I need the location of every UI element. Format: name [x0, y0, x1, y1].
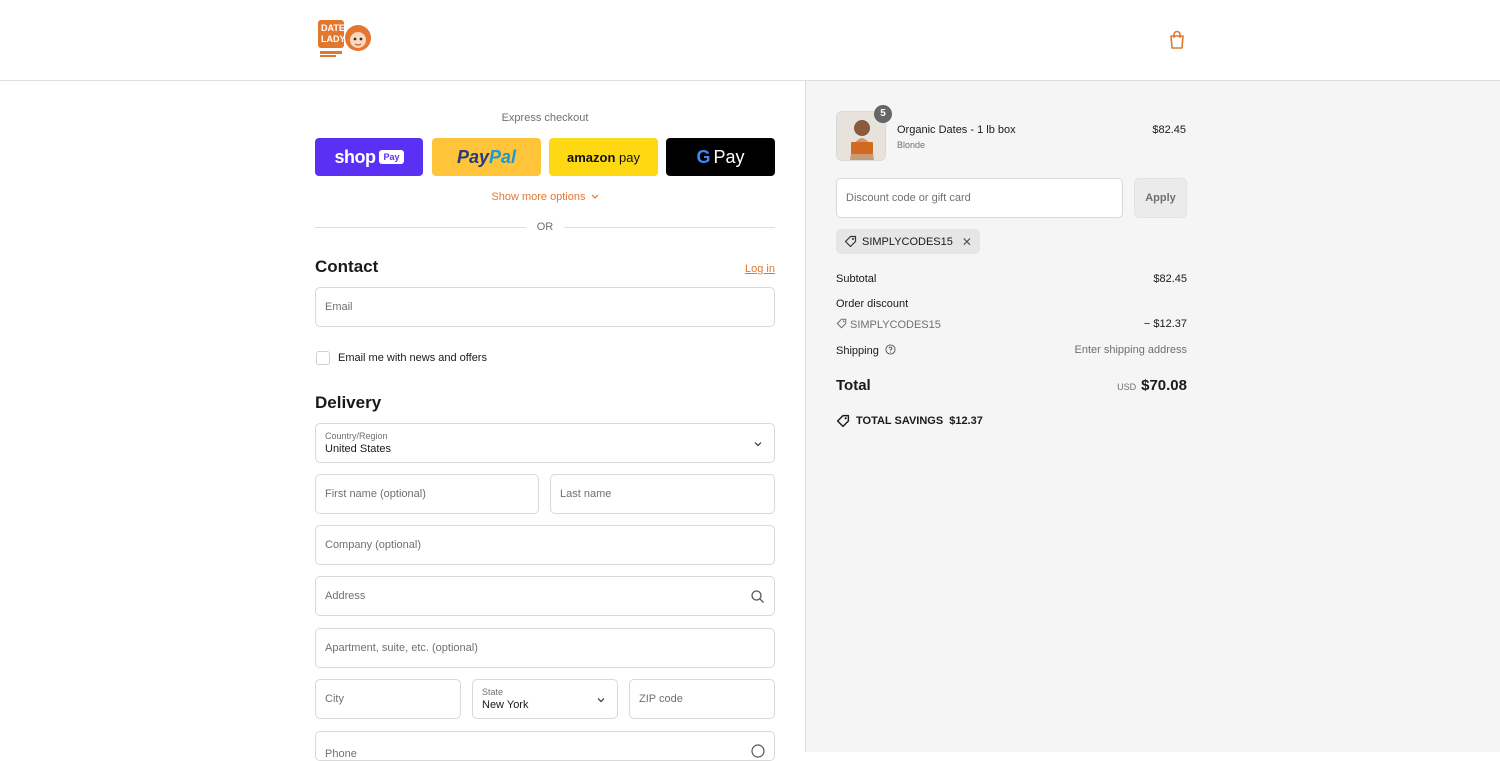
currency-code: USD: [1117, 382, 1137, 392]
savings-value: $12.37: [949, 415, 983, 427]
product-price: $82.45: [1152, 124, 1186, 136]
discount-placeholder: Discount code or gift card: [846, 192, 971, 204]
show-more-options-label: Show more options: [491, 191, 586, 203]
applied-code-text: SIMPLYCODES15: [862, 235, 953, 248]
first-name-placeholder: First name (optional): [325, 488, 426, 500]
product-variant: Blonde: [897, 140, 926, 150]
paypal-button[interactable]: Pay Pal: [432, 138, 541, 176]
google-g-icon: G: [696, 146, 711, 167]
total-label: Total: [836, 377, 871, 394]
google-pay-button[interactable]: G Pay: [666, 138, 775, 176]
zip-placeholder: ZIP code: [639, 693, 683, 705]
amazon-pay-label-pay: pay: [615, 149, 640, 165]
state-value: New York: [482, 699, 529, 711]
subtotal-label: Subtotal: [836, 273, 877, 285]
subtotal-value: $82.45: [1153, 273, 1187, 285]
order-discount-row: Order discount: [836, 298, 1187, 310]
discount-value: − $12.37: [1143, 318, 1187, 330]
contact-title: Contact: [315, 257, 379, 276]
tag-icon: [844, 235, 857, 248]
express-checkout-title: Express checkout: [501, 112, 589, 124]
address-placeholder: Address: [325, 590, 366, 602]
help-circle-icon[interactable]: [885, 344, 896, 355]
show-more-options-link[interactable]: Show more options: [315, 191, 775, 203]
shop-pay-button[interactable]: shop Pay: [315, 138, 423, 176]
svg-text:LADY: LADY: [321, 34, 346, 44]
order-discount-label: Order discount: [836, 298, 909, 310]
amazon-pay-button[interactable]: amazon pay: [549, 138, 658, 176]
city-input[interactable]: City: [315, 679, 461, 719]
total-amount: USD $70.08: [1117, 377, 1187, 394]
applied-discount-chip: SIMPLYCODES15 ✕: [836, 229, 980, 254]
date-lady-logo[interactable]: DATE LADY: [316, 18, 376, 60]
first-name-input[interactable]: First name (optional): [315, 474, 539, 514]
company-input[interactable]: Company (optional): [315, 525, 775, 565]
shopping-bag-icon[interactable]: [1168, 30, 1186, 50]
email-placeholder: Email: [325, 301, 353, 313]
discount-code-text: SIMPLYCODES15: [850, 319, 941, 331]
total-savings: TOTAL SAVINGS $12.37: [836, 414, 983, 428]
state-select[interactable]: State New York: [472, 679, 618, 719]
amazon-pay-label-amazon: amazon: [567, 149, 616, 165]
city-placeholder: City: [325, 693, 344, 705]
apply-discount-button[interactable]: Apply: [1134, 178, 1187, 218]
savings-label: TOTAL SAVINGS: [856, 415, 944, 427]
google-pay-label: Pay: [713, 146, 745, 167]
phone-input[interactable]: Phone: [315, 731, 775, 761]
email-input[interactable]: Email: [315, 287, 775, 327]
paypal-label-pal: Pal: [489, 146, 517, 167]
help-circle-icon[interactable]: [751, 744, 765, 758]
subtotal-row: Subtotal $82.45: [836, 273, 1187, 285]
chevron-down-icon: [597, 698, 605, 703]
shipping-value: Enter shipping address: [1074, 344, 1187, 356]
paypal-label-pay: Pay: [456, 146, 489, 167]
zip-input[interactable]: ZIP code: [629, 679, 775, 719]
phone-placeholder: Phone: [325, 748, 357, 760]
header: DATE LADY: [0, 0, 1500, 81]
remove-discount-icon[interactable]: ✕: [962, 235, 972, 249]
country-select[interactable]: Country/Region United States: [315, 423, 775, 463]
svg-text:DATE: DATE: [321, 23, 345, 33]
newsletter-label: Email me with news and offers: [338, 352, 487, 364]
apartment-placeholder: Apartment, suite, etc. (optional): [325, 642, 478, 654]
country-value: United States: [325, 443, 392, 455]
discount-code-input[interactable]: Discount code or gift card: [836, 178, 1123, 218]
product-name: Organic Dates - 1 lb box: [897, 124, 1016, 136]
total-row: Total USD $70.08: [836, 377, 1187, 395]
chevron-down-icon: [591, 194, 599, 199]
apartment-input[interactable]: Apartment, suite, etc. (optional): [315, 628, 775, 668]
country-label: Country/Region: [325, 431, 388, 441]
search-icon[interactable]: [750, 589, 765, 604]
shipping-row: Shipping Enter shipping address: [836, 344, 1187, 357]
newsletter-checkbox[interactable]: [316, 351, 330, 365]
total-value: $70.08: [1141, 377, 1187, 394]
state-label: State: [482, 687, 504, 697]
shipping-label: Shipping: [836, 345, 879, 357]
tag-icon: [836, 414, 850, 428]
tag-icon: [836, 318, 847, 329]
or-divider: OR: [315, 221, 775, 235]
quantity-badge: 5: [874, 105, 892, 123]
last-name-input[interactable]: Last name: [550, 474, 775, 514]
shop-pay-label: shop: [334, 146, 376, 167]
company-placeholder: Company (optional): [325, 539, 421, 551]
or-text: OR: [536, 221, 554, 233]
login-link[interactable]: Log in: [745, 263, 775, 275]
address-input[interactable]: Address: [315, 576, 775, 616]
delivery-title: Delivery: [315, 393, 382, 412]
last-name-placeholder: Last name: [560, 488, 612, 500]
shop-pay-chip: Pay: [379, 150, 404, 164]
discount-code-row: SIMPLYCODES15 − $12.37: [836, 318, 1187, 331]
chevron-down-icon: [754, 442, 762, 447]
